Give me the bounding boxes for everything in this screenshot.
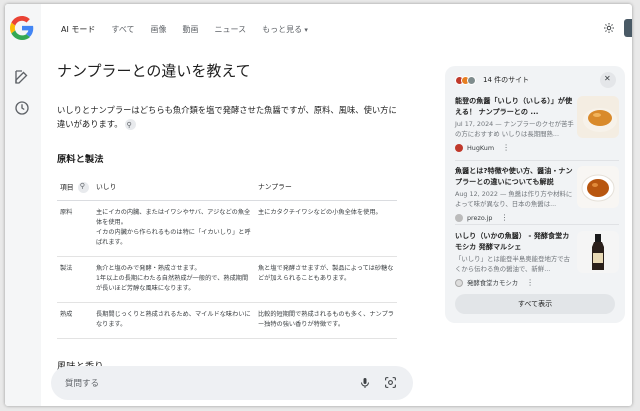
row-label: 熟成 [57, 302, 93, 339]
bottle-image [577, 231, 619, 273]
table-cell: 主にカタクチイワシなどの小魚全体を使用。 [255, 200, 397, 257]
source-name: 発酵食堂カモシカ [467, 279, 519, 287]
site-favicon-icon [455, 143, 463, 152]
site-favicon-icon [455, 278, 463, 287]
tab-ai-mode[interactable]: AI モード [61, 24, 95, 35]
table-cell: 主にイカの内臓、またはイワシやサバ、アジなどの魚全体を使用。 イカの内臓から作ら… [93, 200, 255, 257]
citation-link-icon[interactable] [124, 118, 136, 132]
sauce-dish-image [577, 166, 619, 208]
close-panel-button[interactable] [600, 72, 616, 88]
tab-news[interactable]: ニュース [215, 24, 247, 35]
section-title-materials: 原料と製法 [57, 154, 104, 165]
left-rail [5, 4, 41, 406]
row-label: 原料 [57, 200, 93, 257]
browser-window: AI モード すべて 画像 動画 ニュース もっと見る ナンプラーとの違いを教え… [5, 4, 632, 406]
site-favicon-icon [455, 213, 463, 222]
divider [455, 224, 619, 225]
source-card-site: HugKum ⋮ [455, 143, 619, 152]
table-header: 項目 [57, 179, 93, 201]
divider [455, 160, 619, 161]
table-cell: 魚介と塩のみで発酵・熟成させます。 1年以上の長期にわたる自然熟成が一般的で、熟… [93, 256, 255, 303]
gear-icon[interactable] [603, 22, 615, 34]
microphone-icon[interactable] [359, 377, 371, 389]
source-favicons [455, 75, 476, 85]
table-row: 製法 魚介と塩のみで発酵・熟成させます。 1年以上の長期にわたる自然熟成が一般的で… [57, 256, 397, 303]
intro-text: いしりとナンプラーはどちらも魚介類を塩で発酵させた魚醤ですが、原料、風味、使い方… [57, 103, 402, 132]
comparison-table: 項目 いしり ナンプラー 原料主にイカの内臓、またはイワシやサバ、アジなどの魚全… [57, 179, 397, 339]
sources-panel: 14 件のサイト 能登の魚醤「いしり（いしる）」が使える！ ナンプラーとの ..… [445, 66, 625, 323]
source-card[interactable]: いしり（いかの魚醤） - 発酵食堂カモシカ 発酵マルシェ 「いしり」とは能登半島… [455, 231, 619, 287]
source-thumbnail [577, 166, 619, 208]
sauce-bowl-image [577, 96, 619, 138]
show-all-button[interactable]: すべて表示 [455, 294, 615, 314]
table-header-row: 項目 いしり ナンプラー [57, 179, 397, 201]
more-options-icon[interactable]: ⋮ [502, 143, 510, 152]
tab-all[interactable]: すべて [111, 24, 134, 35]
tab-more[interactable]: もっと見る [262, 24, 308, 35]
source-card-title[interactable]: いしり（いかの魚醤） - 発酵食堂カモシカ 発酵マルシェ [455, 231, 573, 252]
source-card-title[interactable]: 能登の魚醤「いしり（いしる）」が使える！ ナンプラーとの ... [455, 96, 573, 117]
new-chat-icon[interactable] [13, 68, 31, 86]
favicon-icon [467, 75, 476, 85]
source-card-site: prezo.jp ⋮ [455, 213, 619, 222]
source-thumbnail [577, 231, 619, 273]
search-tabs: AI モード すべて 画像 動画 ニュース もっと見る [61, 24, 308, 35]
row-label: 製法 [57, 256, 93, 303]
table-row: 熟成 長期間じっくりと熟成されるため、マイルドな味わいになります。 比較的短期間で熟… [57, 302, 397, 339]
answer-area: ナンプラーとの違いを教えて いしりとナンプラーはどちらも魚介類を塩で発酵させた魚… [57, 60, 402, 372]
tab-images[interactable]: 画像 [151, 24, 167, 35]
google-lens-icon[interactable] [384, 376, 397, 389]
citation-link-icon[interactable] [77, 181, 89, 193]
source-card-snippet: Jul 17, 2024 — ナンプラーのクセが苦手の方におすすめ いしりは長期… [455, 120, 574, 138]
page-title: ナンプラーとの違いを教えて [57, 62, 251, 80]
sources-header: 14 件のサイト [455, 75, 529, 85]
ask-input[interactable]: 質問する [51, 366, 413, 400]
table-row: 原料 主にイカの内臓、またはイワシやサバ、アジなどの魚全体を使用。 イカの内臓から… [57, 200, 397, 257]
source-name: HugKum [467, 143, 495, 152]
google-logo-icon[interactable] [10, 16, 34, 40]
source-card[interactable]: 魚醤とは?特徴や使い方、醤油・ナンプラーとの違いについても解説 Aug 12, … [455, 166, 619, 222]
source-card[interactable]: 能登の魚醤「いしり（いしる）」が使える！ ナンプラーとの ... Jul 17,… [455, 96, 619, 152]
source-card-title[interactable]: 魚醤とは?特徴や使い方、醤油・ナンプラーとの違いについても解説 [455, 166, 573, 187]
intro-body: いしりとナンプラーはどちらも魚介類を塩で発酵させた魚醤ですが、原料、風味、使い方… [57, 105, 397, 129]
source-thumbnail [577, 96, 619, 138]
sources-count: 14 件のサイト [483, 76, 530, 84]
tab-videos[interactable]: 動画 [183, 24, 199, 35]
avatar[interactable] [624, 19, 632, 37]
table-cell: 魚と塩で発酵させますが、製品によっては砂糖などが加えられることもあります。 [255, 256, 397, 303]
table-header: いしり [93, 179, 255, 201]
table-cell: 比較的短期間で熟成されるものも多く、ナンプラー独特の強い香りが特徴です。 [255, 302, 397, 339]
table-cell: 長期間じっくりと熟成されるため、マイルドな味わいになります。 [93, 302, 255, 339]
source-card-snippet: 「いしり」とは能登半島奥能登地方で古くから伝わる魚の醤油で、新鮮... [455, 255, 571, 273]
more-options-icon[interactable]: ⋮ [501, 213, 509, 222]
more-options-icon[interactable]: ⋮ [526, 278, 534, 287]
header-item: 項目 [60, 183, 74, 192]
ask-placeholder: 質問する [65, 379, 100, 389]
source-card-site: 発酵食堂カモシカ ⋮ [455, 278, 619, 287]
source-name: prezo.jp [467, 213, 493, 222]
source-card-snippet: Aug 12, 2022 — 魚醤は作り方や材料によって味が異なり、日本の魚醤は… [455, 190, 573, 208]
history-icon[interactable] [13, 99, 31, 117]
table-header: ナンプラー [255, 179, 397, 201]
